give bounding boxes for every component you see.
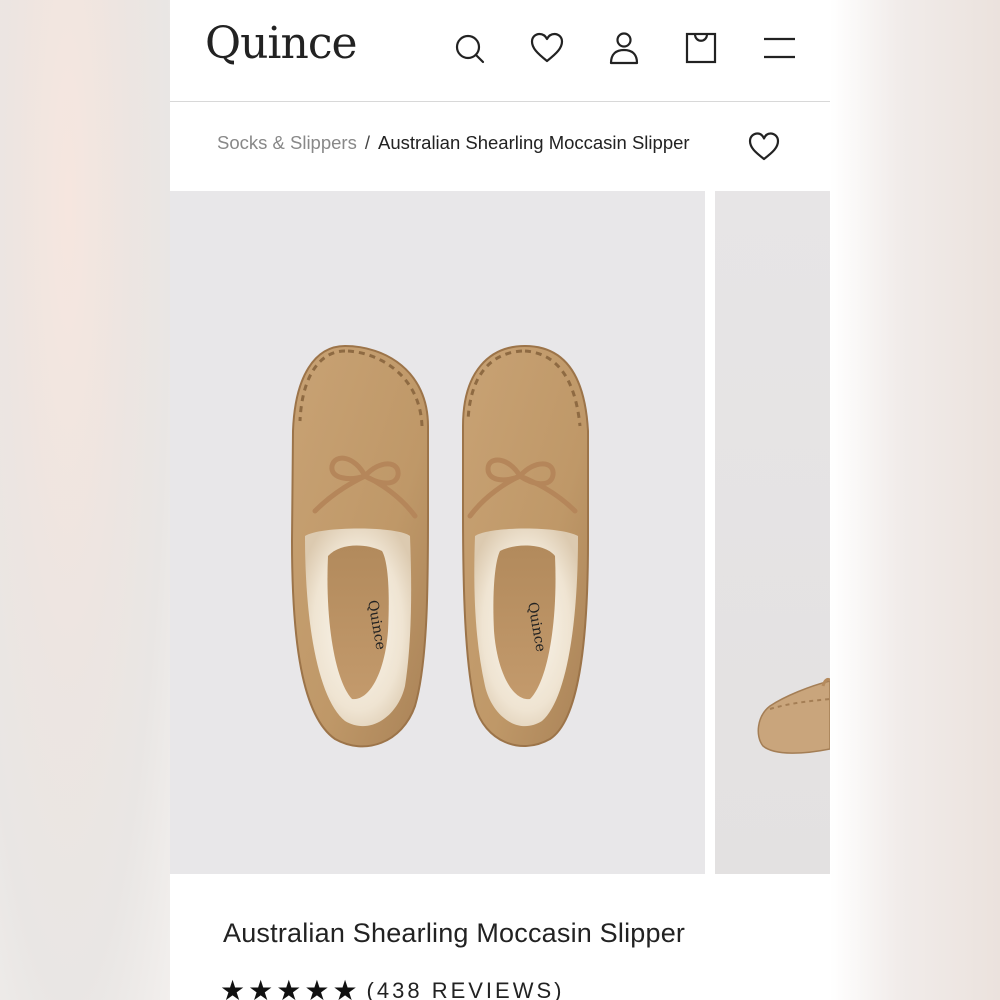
breadcrumb: Socks & Slippers / Australian Shearling Mo… — [217, 132, 690, 154]
left-slipper: Quince — [290, 344, 429, 748]
product-rating[interactable]: ★ ★ ★ ★ ★ (438 REVIEWS) — [220, 976, 564, 1000]
star-icon: ★ — [276, 975, 302, 1000]
right-slipper: Quince — [462, 344, 589, 748]
breadcrumb-current: Australian Shearling Moccasin Slipper — [377, 132, 690, 153]
menu-icon[interactable] — [761, 30, 797, 66]
wishlist-heart-icon[interactable] — [747, 130, 781, 162]
review-count-link[interactable]: (438 REVIEWS) — [367, 976, 565, 1000]
account-icon[interactable] — [606, 30, 642, 66]
breadcrumb-category[interactable]: Socks & Slippers — [217, 132, 357, 153]
product-image-main[interactable]: Quince Quince — [170, 191, 705, 874]
product-title: Australian Shearling Moccasin Slipper — [223, 918, 686, 948]
background-left — [0, 0, 170, 1000]
product-image-next[interactable] — [715, 191, 830, 874]
heart-icon[interactable] — [529, 30, 565, 66]
product-image-gallery[interactable]: Quince Quince — [170, 191, 830, 874]
background-right — [830, 0, 1000, 1000]
search-icon[interactable] — [452, 30, 488, 66]
breadcrumb-separator: / — [364, 132, 370, 153]
mobile-page: Quince Socks & Slippers / Australian Shear… — [170, 0, 830, 1000]
star-icon: ★ — [304, 975, 330, 1000]
bag-icon[interactable] — [683, 30, 719, 66]
star-icon: ★ — [332, 975, 358, 1000]
star-icon: ★ — [220, 975, 246, 1000]
site-header: Quince — [170, 0, 830, 102]
star-icon: ★ — [248, 975, 274, 1000]
brand-logo[interactable]: Quince — [205, 18, 358, 69]
